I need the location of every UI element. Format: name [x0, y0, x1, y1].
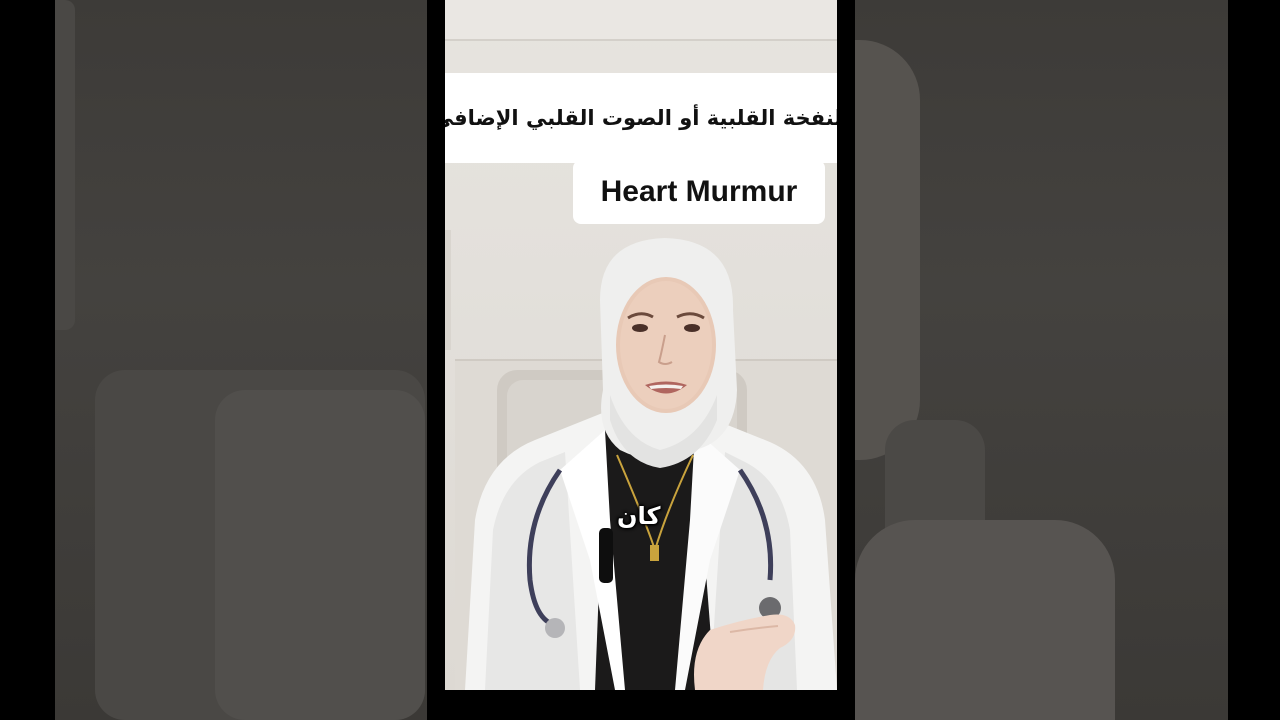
video-player[interactable]: النفخة القلبية أو الصوت القلبي الإضافي H… — [0, 0, 1280, 720]
spoken-subtitle: كان — [617, 502, 661, 530]
blurred-background-left — [55, 0, 427, 720]
arabic-title-caption: النفخة القلبية أو الصوت القلبي الإضافي — [445, 73, 837, 163]
video-frame: النفخة القلبية أو الصوت القلبي الإضافي H… — [445, 0, 837, 690]
blurred-background-right — [855, 0, 1228, 720]
english-title-caption: Heart Murmur — [573, 160, 825, 224]
